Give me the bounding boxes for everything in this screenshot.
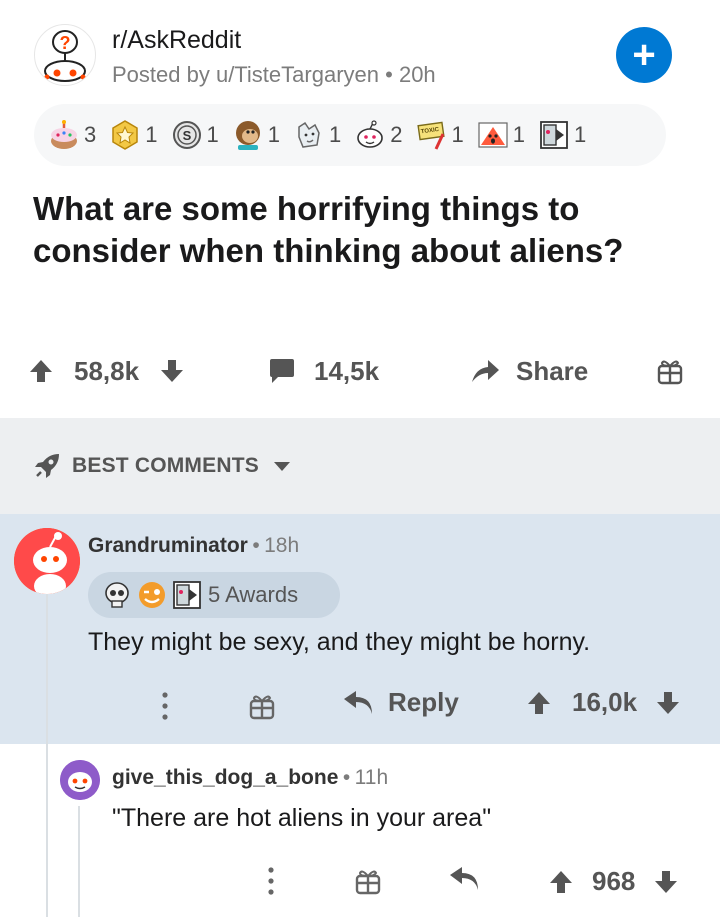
- award-silver[interactable]: S 1: [171, 119, 219, 151]
- star-badge-icon: [112, 120, 138, 150]
- avatar[interactable]: [60, 760, 100, 800]
- snoo-avatar-icon: [14, 528, 80, 594]
- award-snoo-face[interactable]: 2: [354, 119, 403, 151]
- sort-dropdown[interactable]: BEST COMMENTS: [72, 454, 291, 478]
- award-count: 1: [329, 122, 342, 147]
- scream-face-icon: [478, 122, 508, 148]
- upvote-arrow-icon[interactable]: [526, 690, 552, 716]
- award-star-badge[interactable]: 1: [109, 119, 158, 151]
- join-subreddit-button[interactable]: +: [616, 27, 672, 83]
- give-award-button[interactable]: [656, 352, 684, 390]
- meta-separator: •: [252, 534, 260, 557]
- svg-text:S: S: [182, 128, 191, 143]
- gift-icon[interactable]: [248, 692, 276, 720]
- gift-icon[interactable]: [354, 867, 382, 895]
- post-title-line: consider when thinking about aliens?: [33, 232, 624, 269]
- sort-label: BEST COMMENTS: [72, 454, 259, 477]
- caret-down-icon: [273, 462, 290, 472]
- more-options-icon[interactable]: [266, 866, 276, 896]
- rocket-icon: [35, 454, 59, 478]
- post-author[interactable]: Posted by u/TisteTargaryen: [112, 62, 379, 87]
- share-arrow-icon: [472, 360, 499, 382]
- comment-count: 14,5k: [314, 355, 380, 386]
- comment-body: "There are hot aliens in your area": [112, 804, 492, 832]
- post-meta: Posted by u/TisteTargaryen • 20h: [112, 62, 436, 88]
- awards-count-label: 5 Awards: [208, 582, 299, 607]
- subreddit-name[interactable]: r/AskReddit: [112, 26, 241, 55]
- avatar[interactable]: [14, 528, 80, 594]
- meta-separator: •: [342, 766, 351, 789]
- subreddit-avatar[interactable]: ?: [34, 24, 96, 86]
- reply-label: Reply: [388, 687, 459, 717]
- thread-line[interactable]: [46, 744, 48, 917]
- comment-score: 16,0k: [572, 687, 638, 717]
- post-age: 20h: [398, 62, 436, 87]
- upvote-arrow-icon[interactable]: [548, 869, 574, 895]
- share-button[interactable]: Share: [470, 352, 588, 390]
- vote-group: 58,8k: [28, 352, 185, 390]
- comment-age: 11h: [354, 766, 389, 789]
- award-birthday-cake[interactable]: 3: [48, 119, 96, 151]
- reply-arrow-icon: [344, 690, 372, 714]
- post-title-line: What are some horrifying things to: [33, 190, 580, 227]
- reply-arrow-icon: [450, 867, 478, 890]
- thread-line[interactable]: [78, 806, 80, 917]
- award-count: 1: [145, 122, 158, 147]
- winking-face-icon: [139, 582, 165, 608]
- comment-vote-group: 16,0k: [526, 687, 681, 718]
- gift-icon: [657, 360, 683, 385]
- snoo-face-icon: [357, 120, 384, 148]
- wolf-icon: [298, 121, 320, 148]
- award-toxic[interactable]: TOXIC 1: [416, 119, 464, 151]
- award-wolf[interactable]: 1: [293, 119, 341, 151]
- comments-button[interactable]: 14,5k: [268, 352, 379, 390]
- birthday-cake-icon: [51, 120, 77, 149]
- comment-body: They might be sexy, and they might be ho…: [88, 628, 591, 656]
- comment-header: give_this_dog_a_bone • 11h: [112, 766, 388, 790]
- award-monkey[interactable]: 1: [232, 119, 280, 151]
- comment-header: Grandruminator • 18h: [88, 534, 299, 558]
- reply-button[interactable]: [448, 866, 480, 892]
- post-title[interactable]: What are some horrifying things to consi…: [33, 188, 693, 272]
- award-count: 1: [512, 122, 525, 147]
- downvote-arrow-icon[interactable]: [653, 869, 679, 895]
- comment-vote-group: 968: [548, 866, 679, 897]
- award-count: 3: [84, 122, 97, 147]
- upvote-arrow-icon[interactable]: [28, 358, 54, 384]
- monkey-icon: [235, 121, 260, 150]
- thread-line[interactable]: [46, 590, 48, 744]
- toxic-sign-icon: TOXIC: [416, 121, 445, 150]
- silver-coin-icon: S: [172, 121, 201, 149]
- comment-author[interactable]: Grandruminator: [88, 534, 248, 557]
- comment-author[interactable]: give_this_dog_a_bone: [112, 766, 338, 789]
- comment-score: 968: [592, 866, 636, 896]
- comment-awards[interactable]: 5 Awards: [88, 572, 340, 618]
- more-options-icon[interactable]: [160, 691, 170, 721]
- post-awards-bar[interactable]: 3 1 S 1 1 1 2 TOXIC 1 1 1: [34, 104, 666, 166]
- award-count: 1: [574, 122, 587, 147]
- askreddit-logo-icon: ?: [36, 26, 94, 84]
- comment-bubble-icon: [270, 359, 294, 383]
- award-count: 1: [451, 122, 464, 147]
- downvote-arrow-icon[interactable]: [159, 358, 185, 384]
- downvote-arrow-icon[interactable]: [655, 690, 681, 716]
- meta-separator: •: [385, 62, 393, 87]
- award-door-exit[interactable]: 1: [538, 119, 586, 151]
- door-exit-icon: [540, 121, 568, 149]
- skull-icon: [105, 582, 129, 608]
- reply-button[interactable]: Reply: [342, 687, 459, 718]
- share-label: Share: [516, 355, 589, 386]
- post-score: 58,8k: [74, 355, 140, 386]
- snoo-avatar-icon: [60, 760, 100, 800]
- award-scream[interactable]: 1: [477, 119, 525, 151]
- plus-icon: +: [632, 33, 656, 77]
- door-exit-icon: [173, 581, 201, 609]
- award-count: 2: [390, 122, 403, 147]
- comment-age: 18h: [264, 534, 300, 557]
- svg-text:?: ?: [60, 33, 71, 53]
- award-count: 1: [206, 122, 219, 147]
- award-count: 1: [267, 122, 280, 147]
